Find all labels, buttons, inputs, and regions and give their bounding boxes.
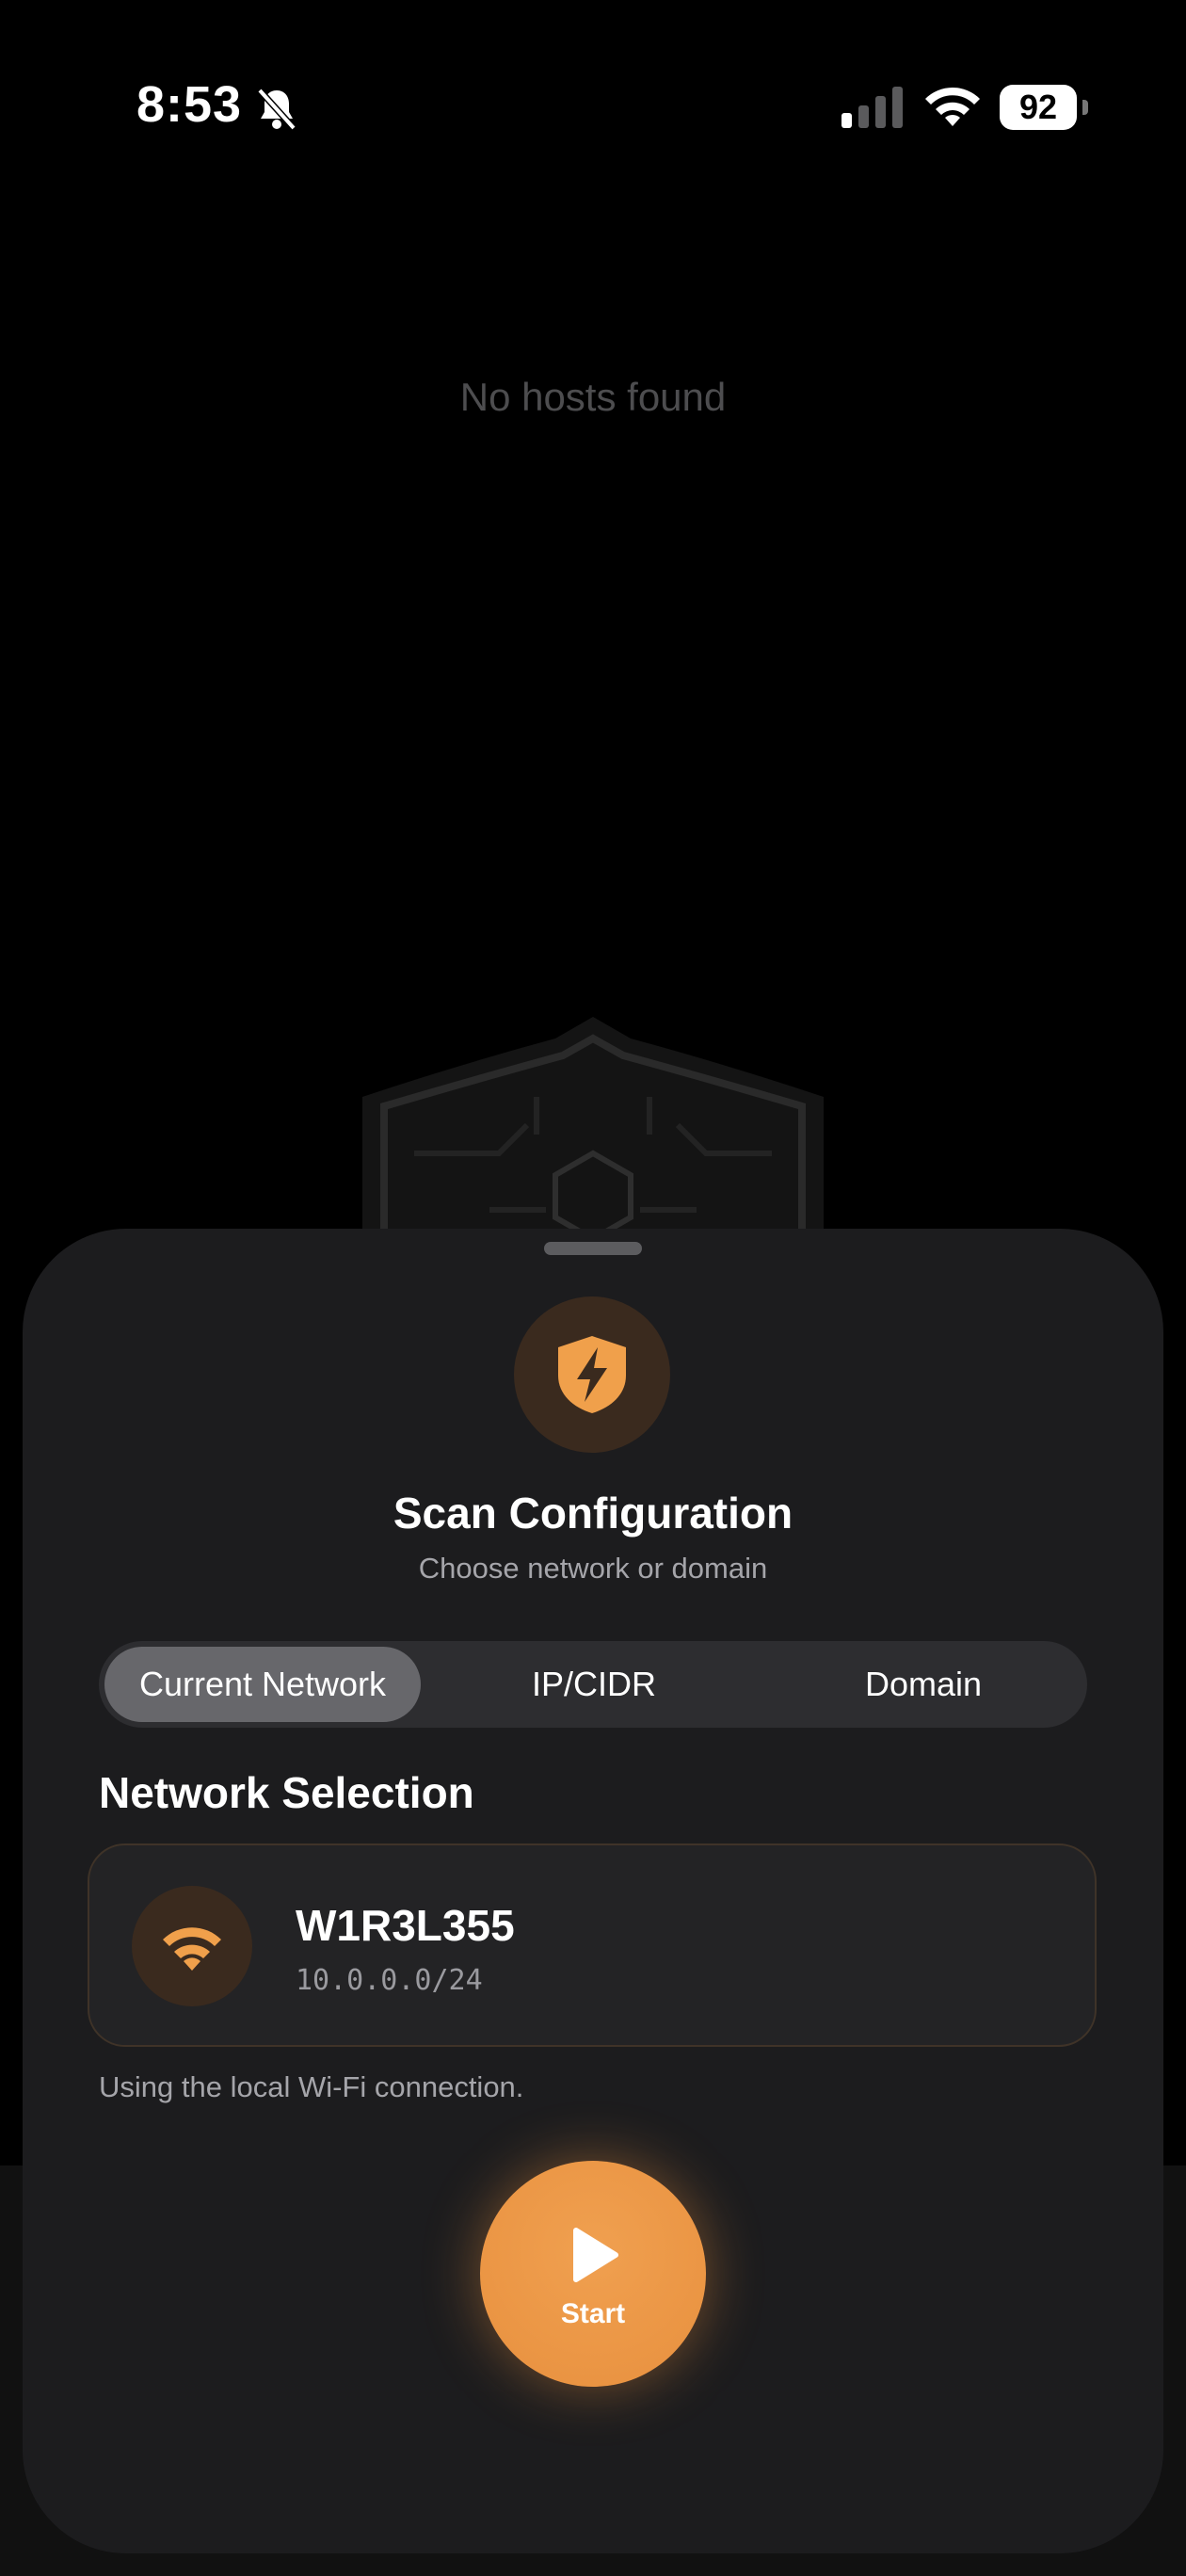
network-hint: Using the local Wi-Fi connection. [99, 2070, 524, 2103]
scan-type-segmented-control: Current Network IP/CIDR Domain [99, 1641, 1087, 1728]
bell-muted-icon [257, 88, 296, 131]
network-icon-circle [132, 1886, 252, 2006]
sheet-title: Scan Configuration [393, 1489, 793, 1538]
network-cidr: 10.0.0.0/24 [296, 1964, 483, 1997]
shield-background-icon [362, 1017, 824, 1257]
sheet-grabber[interactable] [544, 1242, 642, 1255]
shield-bolt-icon [558, 1336, 626, 1413]
network-name: W1R3L355 [296, 1901, 515, 1950]
wifi-status-icon [925, 87, 980, 126]
sheet-subtitle: Choose network or domain [418, 1552, 768, 1585]
network-card[interactable]: W1R3L355 10.0.0.0/24 [88, 1843, 1097, 2047]
status-bar: 8:53 92 [0, 0, 1186, 217]
scan-hero-icon-circle [514, 1296, 670, 1453]
battery-indicator: 92 [1000, 85, 1089, 130]
play-icon [573, 2228, 618, 2282]
tab-domain[interactable]: Domain [765, 1647, 1082, 1722]
scan-configuration-sheet: Scan Configuration Choose network or dom… [23, 1229, 1163, 2553]
section-title: Network Selection [99, 1768, 474, 1817]
wifi-icon [163, 1927, 221, 1971]
start-button[interactable]: Start [480, 2161, 706, 2387]
status-time: 8:53 [136, 76, 243, 133]
battery-tip [1082, 100, 1088, 115]
start-label: Start [560, 2298, 626, 2329]
tab-current-network[interactable]: Current Network [104, 1647, 421, 1722]
cellular-signal-icon [841, 87, 903, 128]
empty-state-message: No hosts found [459, 375, 727, 419]
tab-ip-cidr[interactable]: IP/CIDR [436, 1647, 752, 1722]
battery-level: 92 [1000, 85, 1077, 130]
